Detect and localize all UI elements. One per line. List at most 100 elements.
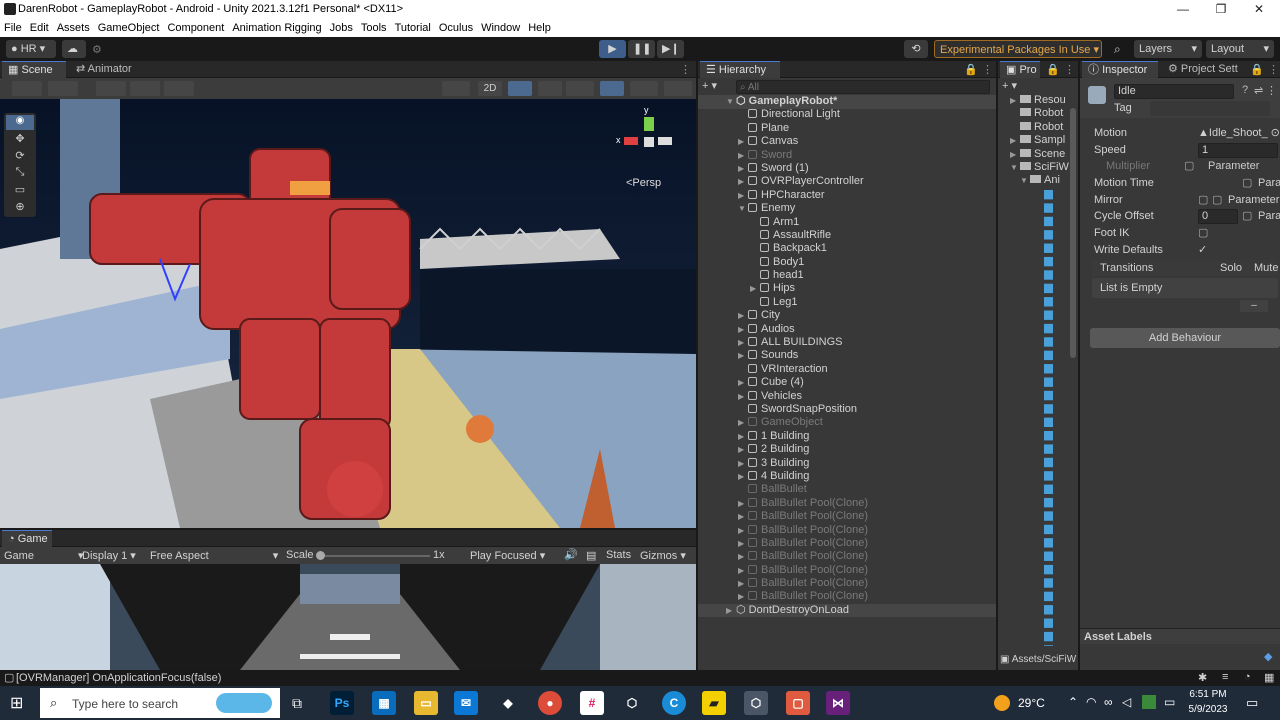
scale-slider-handle[interactable] [316, 551, 325, 560]
menu-window[interactable]: Window [477, 22, 524, 34]
hierarchy-item[interactable]: ▶ 4 Building [698, 470, 996, 483]
menu-animation-rigging[interactable]: Animation Rigging [228, 22, 325, 34]
taskbar-search-box[interactable]: ⌕ Type here to search [40, 688, 280, 718]
chrome-icon[interactable]: ● [538, 691, 562, 715]
menu-edit[interactable]: Edit [26, 22, 53, 34]
view-tool-icon[interactable]: ◉ [6, 115, 34, 130]
hierarchy-item[interactable]: Plane [698, 122, 996, 135]
project-add-button[interactable]: + ▾ [1002, 79, 1017, 92]
tab-inspector[interactable]: ⓘ Inspector [1082, 61, 1158, 78]
hierarchy-item[interactable]: ▶ BallBullet Pool(Clone) [698, 564, 996, 577]
hierarchy-item[interactable]: BallBullet [698, 483, 996, 496]
stats-icon[interactable]: ▤ [586, 549, 596, 562]
scale-slider[interactable] [316, 551, 430, 560]
write-defaults-checkbox[interactable]: ✓ [1198, 242, 1207, 259]
grid-dropdown[interactable] [130, 81, 160, 96]
mail-icon[interactable]: ✉ [454, 691, 478, 715]
hierarchy-item[interactable]: ▶ Audios [698, 323, 996, 336]
cloud-icon[interactable]: ☁ [62, 40, 86, 58]
tray-app-icon[interactable] [1142, 695, 1156, 709]
hierarchy-item[interactable]: ▶ Sword (1) [698, 162, 996, 175]
menu-tutorial[interactable]: Tutorial [391, 22, 435, 34]
hierarchy-item[interactable]: ▶ BallBullet Pool(Clone) [698, 497, 996, 510]
project-menu-icon[interactable]: ⋮ [1064, 63, 1075, 76]
snap-dropdown[interactable] [164, 81, 194, 96]
menu-gameobject[interactable]: GameObject [94, 22, 164, 34]
visual-studio-icon[interactable]: ⋈ [826, 691, 850, 715]
pause-button[interactable]: ❚❚ [628, 40, 655, 58]
hierarchy-add-button[interactable]: + ▾ [702, 79, 717, 92]
hierarchy-item[interactable]: ▶ ALL BUILDINGS [698, 336, 996, 349]
progress-icon[interactable]: ≡ [1222, 671, 1228, 683]
hierarchy-item[interactable]: ▶ Sounds [698, 349, 996, 362]
file-explorer-icon[interactable]: ▭ [414, 691, 438, 715]
project-folder[interactable]: Robot [1010, 107, 1069, 120]
inspector-menu-icon[interactable]: ⋮ [1268, 63, 1279, 76]
aspect-dropdown[interactable]: Free Aspect ▾ [150, 549, 278, 562]
toggle-2d-button[interactable]: 2D [478, 81, 502, 96]
console-message[interactable]: [OVRManager] OnApplicationFocus(false) [16, 672, 221, 684]
hierarchy-item[interactable]: ▶ BallBullet Pool(Clone) [698, 524, 996, 537]
play-button[interactable]: ▶ [599, 40, 626, 58]
hierarchy-item[interactable]: Body1 [698, 256, 996, 269]
transform-tool-icon[interactable]: ⊕ [6, 200, 34, 215]
motion-time-toggle[interactable]: ▢ [1242, 175, 1252, 192]
hierarchy-item[interactable]: ▶ BallBullet Pool(Clone) [698, 590, 996, 603]
project-folder[interactable]: ▶ Resou [1010, 94, 1069, 107]
hierarchy-item[interactable]: ▶ BallBullet Pool(Clone) [698, 510, 996, 523]
hierarchy-item[interactable]: ▶ 2 Building [698, 443, 996, 456]
visibility-toggle-icon[interactable] [600, 81, 624, 96]
add-behaviour-button[interactable]: Add Behaviour [1090, 328, 1280, 348]
foot-ik-checkbox[interactable]: ▢ [1198, 225, 1208, 242]
hierarchy-item[interactable]: head1 [698, 269, 996, 282]
hierarchy-item[interactable]: Leg1 [698, 296, 996, 309]
game-mode-dropdown[interactable]: Game ▾ [4, 549, 84, 562]
menu-file[interactable]: File [0, 22, 26, 34]
notifications-icon[interactable]: ▭ [1246, 695, 1258, 711]
hierarchy-lock-icon[interactable]: 🔒 [964, 63, 978, 76]
lighting-status-icon[interactable]: ◔ [1244, 671, 1251, 683]
move-tool-icon[interactable]: ✥ [6, 132, 34, 147]
project-lock-icon[interactable]: 🔒 [1046, 63, 1060, 76]
hierarchy-item[interactable]: ▶ ⬡ DontDestroyOnLoad [698, 603, 996, 618]
hierarchy-item[interactable]: ▼ ⬡ GameplayRobot* [698, 95, 996, 108]
hierarchy-item[interactable]: Arm1 [698, 216, 996, 229]
hierarchy-item[interactable]: ▶ City [698, 309, 996, 322]
weather-temperature[interactable]: 29°C [1018, 696, 1045, 710]
gizmos-toggle[interactable]: Gizmos ▾ [640, 549, 686, 562]
hierarchy-item[interactable]: ▶ 3 Building [698, 457, 996, 470]
experimental-packages-button[interactable]: Experimental Packages In Use ▾ [934, 40, 1102, 58]
cycle-offset-toggle[interactable]: ▢ [1242, 208, 1252, 225]
cycle-offset-field[interactable]: 0 [1198, 209, 1238, 225]
render-mode-dropdown[interactable] [48, 81, 78, 96]
hierarchy-menu-icon[interactable]: ⋮ [982, 63, 993, 76]
close-button[interactable]: ✕ [1240, 0, 1278, 19]
app-c-icon[interactable]: C [662, 691, 686, 715]
layers-dropdown[interactable]: Layers ▾ [1134, 40, 1202, 58]
scene-gizmo[interactable]: y x <Persp [614, 105, 678, 189]
project-folder[interactable]: ▶ Sampl [1010, 134, 1069, 147]
hierarchy-item[interactable]: SwordSnapPosition [698, 403, 996, 416]
tab-game[interactable]: ◔ Game [2, 530, 52, 547]
hierarchy-item[interactable]: ▶ Canvas [698, 135, 996, 148]
hierarchy-search-input[interactable]: ⌕ All [736, 80, 990, 94]
store-icon[interactable]: ▦ [372, 691, 396, 715]
hierarchy-item[interactable]: ▶ Sword [698, 149, 996, 162]
rect-tool-icon[interactable]: ▭ [6, 183, 34, 198]
minimize-button[interactable]: — [1164, 0, 1202, 19]
tag-field[interactable] [1150, 101, 1270, 116]
project-folder[interactable]: ▼ SciFiW [1010, 161, 1069, 174]
mute-audio-icon[interactable]: 🔊 [564, 548, 578, 561]
draw-mode-dropdown[interactable] [12, 81, 42, 96]
hierarchy-item[interactable]: ▶ BallBullet Pool(Clone) [698, 577, 996, 590]
app-red-icon[interactable]: ▢ [786, 691, 810, 715]
speed-field[interactable]: 1 [1198, 142, 1278, 158]
search-icon[interactable]: ⌕ [1114, 42, 1121, 57]
photoshop-icon[interactable]: Ps [330, 691, 354, 715]
menu-oculus[interactable]: Oculus [435, 22, 477, 34]
menu-assets[interactable]: Assets [53, 22, 94, 34]
hierarchy-item[interactable]: ▶ HPCharacter [698, 189, 996, 202]
gizmo-center[interactable] [644, 137, 654, 147]
motion-field[interactable]: ▲Idle_Shoot_ ⊙ [1198, 125, 1280, 142]
hierarchy-item[interactable]: VRInteraction [698, 363, 996, 376]
